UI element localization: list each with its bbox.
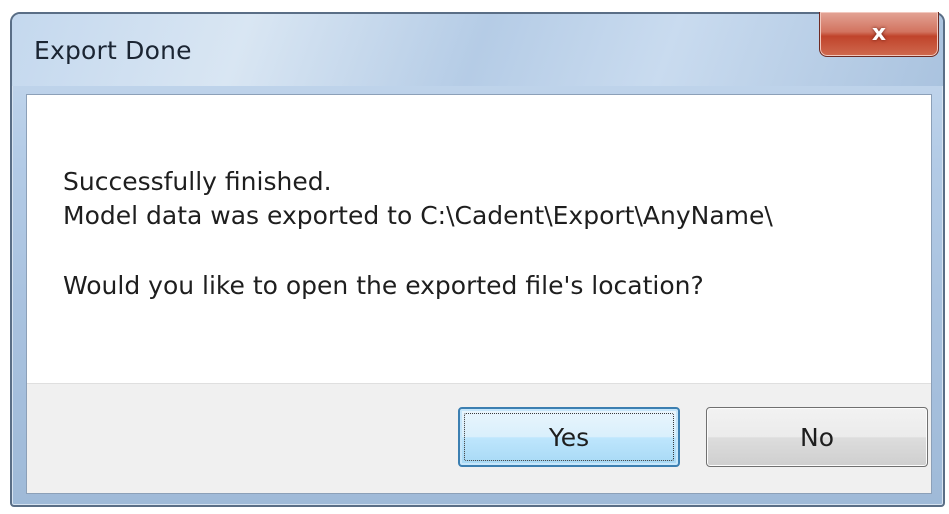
dialog-window: Export Done x Successfully finished. Mod… xyxy=(10,12,945,507)
message-line-question: Would you like to open the exported file… xyxy=(63,271,704,300)
close-icon: x xyxy=(871,21,887,46)
focus-ring xyxy=(464,413,674,461)
button-bar: Yes No xyxy=(27,383,931,493)
close-button[interactable]: x xyxy=(819,12,939,57)
no-button-label: No xyxy=(800,422,834,452)
title-bar[interactable]: Export Done x xyxy=(12,12,943,86)
message-text: Successfully finished. Model data was ex… xyxy=(63,165,773,303)
message-line-success: Successfully finished. xyxy=(63,167,332,196)
dialog-content: Successfully finished. Model data was ex… xyxy=(26,94,932,494)
message-line-path: Model data was exported to C:\Cadent\Exp… xyxy=(63,201,773,230)
dialog-title: Export Done xyxy=(34,36,192,65)
no-button[interactable]: No xyxy=(706,407,928,467)
yes-button[interactable]: Yes xyxy=(458,407,680,467)
